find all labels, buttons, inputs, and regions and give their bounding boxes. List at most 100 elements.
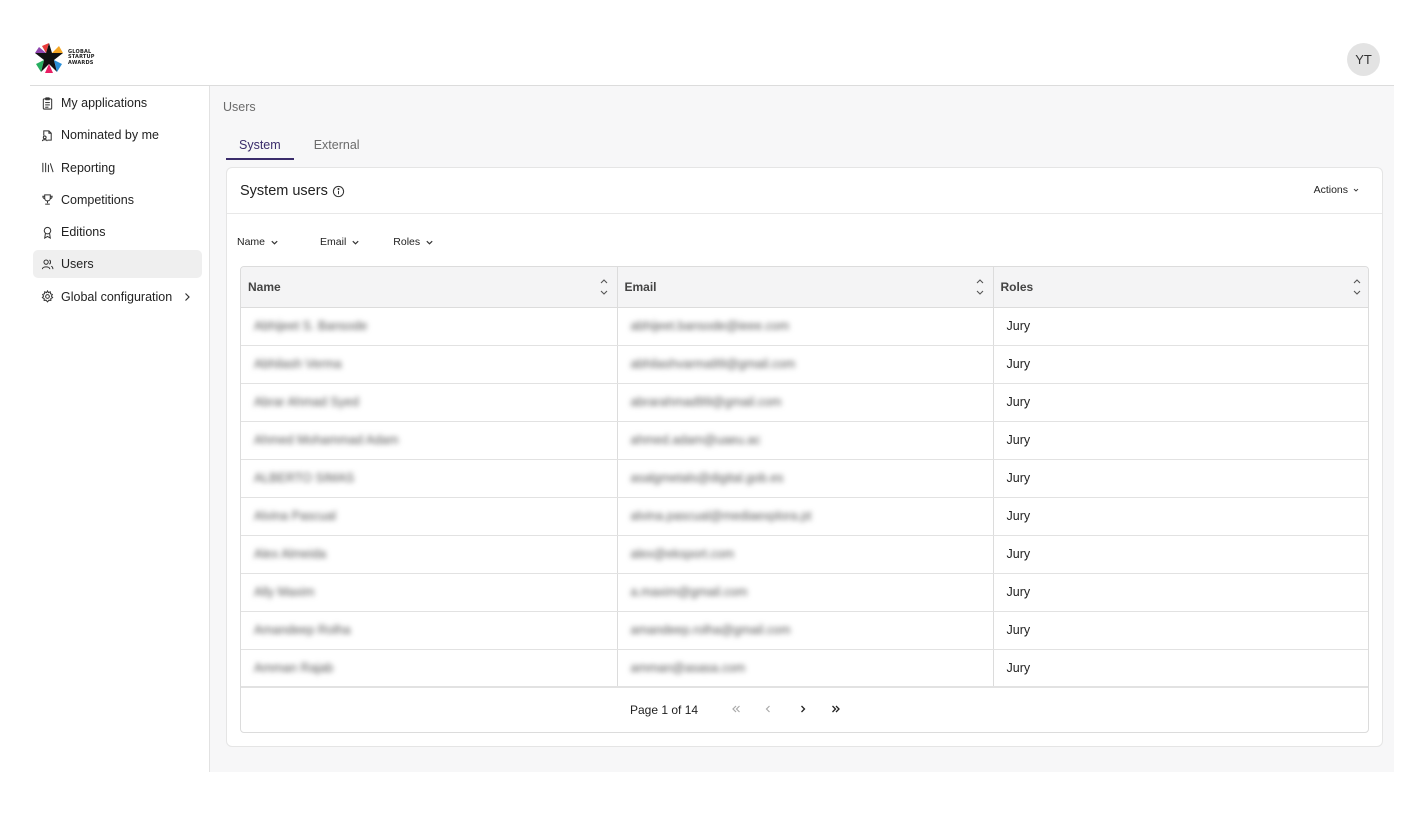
users-icon bbox=[41, 258, 54, 271]
tab-external[interactable]: External bbox=[301, 134, 373, 160]
sidebar-item-editions[interactable]: Editions bbox=[33, 218, 202, 246]
sidebar-item-label: Editions bbox=[61, 225, 106, 240]
sort-icon[interactable] bbox=[1352, 276, 1362, 298]
cell-role: Jury bbox=[993, 535, 1368, 574]
clipboard-icon bbox=[41, 96, 54, 110]
sidebar-item-label: Global configuration bbox=[61, 289, 173, 304]
document-user-icon bbox=[41, 129, 54, 142]
sidebar-item-my-applications[interactable]: My applications bbox=[33, 89, 202, 117]
cell-name: Abhilash Verma bbox=[241, 345, 618, 384]
cell-email: asalgmetals@digital.gob.es bbox=[617, 459, 994, 498]
previous-page-button[interactable] bbox=[761, 702, 775, 716]
first-page-button[interactable] bbox=[729, 702, 743, 716]
filter-label: Email bbox=[320, 236, 347, 248]
award-icon bbox=[41, 226, 54, 239]
chevron-down-icon bbox=[1353, 188, 1359, 192]
table-row[interactable]: Ally Maxim a.maxim@gmail.com Jury bbox=[241, 573, 1368, 612]
chevron-right-icon[interactable] bbox=[181, 290, 193, 304]
next-page-button[interactable] bbox=[796, 702, 810, 716]
cell-role: Jury bbox=[993, 573, 1368, 612]
cell-name: Ahmed Mohammad Adam bbox=[241, 421, 618, 460]
table-row[interactable]: Ahmed Mohammad Adam ahmed.adam@uaeu.ac Jur… bbox=[241, 421, 1368, 460]
chevron-down-icon bbox=[426, 240, 433, 245]
cell-role: Jury bbox=[993, 459, 1368, 498]
cell-role: Jury bbox=[993, 611, 1368, 650]
filter-roles[interactable]: Roles bbox=[393, 232, 434, 252]
sort-icon[interactable] bbox=[599, 276, 609, 298]
sidebar-item-label: Competitions bbox=[61, 192, 134, 207]
column-header-roles[interactable]: Roles bbox=[993, 267, 1368, 308]
table-row[interactable]: Amandeep Rolha amandeep.rolha@gmail.com Ju… bbox=[241, 611, 1368, 650]
filter-name[interactable]: Name bbox=[237, 232, 279, 252]
actions-label: Actions bbox=[1313, 184, 1348, 196]
actions-dropdown[interactable]: Actions bbox=[1314, 184, 1360, 196]
sidebar-item-reporting[interactable]: Reporting bbox=[33, 154, 202, 182]
global-startup-awards-logo[interactable]: GLOBAL STARTUP AWARDS bbox=[33, 41, 99, 75]
pagination: Page 1 of 14 bbox=[241, 686, 1368, 732]
table-row[interactable]: Abhilash Verma abhilashvarma99@gmail.com J… bbox=[241, 345, 1368, 384]
card-title-text: System users bbox=[240, 183, 328, 199]
cell-email: alex@eksport.com bbox=[617, 535, 994, 574]
sidebar-item-global-configuration[interactable]: Global configuration bbox=[33, 283, 202, 311]
cell-email: a.maxim@gmail.com bbox=[617, 573, 994, 612]
cell-name: ALBERTO SIMAS bbox=[241, 459, 618, 498]
cell-name: Alex Almeida bbox=[241, 535, 618, 574]
column-header-label: Email bbox=[624, 279, 657, 294]
column-header-label: Name bbox=[248, 279, 281, 294]
sidebar-item-label: Users bbox=[61, 257, 94, 272]
users-table: Name Email Roles Abhijeet S. Bansode abh… bbox=[240, 266, 1369, 733]
cell-role: Jury bbox=[993, 383, 1368, 422]
cell-email: amandeep.rolha@gmail.com bbox=[617, 611, 994, 650]
cell-email: ahmed.adam@uaeu.ac bbox=[617, 421, 994, 460]
column-header-name[interactable]: Name bbox=[241, 267, 618, 308]
page-title: Users bbox=[223, 100, 256, 114]
cell-email: abrarahmad99@gmail.com bbox=[617, 383, 994, 422]
filter-label: Name bbox=[237, 236, 266, 248]
sidebar-item-label: Nominated by me bbox=[61, 128, 159, 143]
column-header-email[interactable]: Email bbox=[617, 267, 994, 308]
table-row[interactable]: ALBERTO SIMAS asalgmetals@digital.gob.es J… bbox=[241, 459, 1368, 498]
chevron-down-icon bbox=[271, 240, 278, 245]
gear-icon bbox=[41, 290, 54, 303]
sort-icon[interactable] bbox=[975, 276, 985, 298]
cell-email: abhijeet.bansode@ieee.com bbox=[617, 307, 994, 346]
sidebar-item-nominated-by-me[interactable]: Nominated by me bbox=[33, 121, 202, 149]
top-header: GLOBAL STARTUP AWARDS YT bbox=[30, 30, 1394, 86]
filter-label: Roles bbox=[393, 236, 421, 248]
cell-role: Jury bbox=[993, 497, 1368, 536]
sidebar-item-users[interactable]: Users bbox=[33, 250, 202, 279]
logo-text: GLOBAL STARTUP AWARDS bbox=[68, 48, 95, 66]
cell-name: Amman Rajab bbox=[241, 649, 618, 688]
user-avatar[interactable]: YT bbox=[1347, 43, 1380, 76]
sidebar-item-label: Reporting bbox=[61, 160, 116, 175]
cell-name: Abrar Ahmad Syed bbox=[241, 383, 618, 422]
library-icon bbox=[41, 161, 54, 174]
cell-role: Jury bbox=[993, 345, 1368, 384]
cell-email: abhilashvarma99@gmail.com bbox=[617, 345, 994, 384]
cell-role: Jury bbox=[993, 649, 1368, 688]
table-row[interactable]: Alvina Pascual alvina.pascual@mediaexplor… bbox=[241, 497, 1368, 536]
info-icon[interactable] bbox=[332, 185, 345, 198]
table-row[interactable]: Alex Almeida alex@eksport.com Jury bbox=[241, 535, 1368, 574]
page-indicator: Page 1 of 14 bbox=[630, 703, 699, 717]
trophy-icon bbox=[41, 193, 54, 206]
table-row[interactable]: Abrar Ahmad Syed abrarahmad99@gmail.com Ju… bbox=[241, 383, 1368, 422]
sidebar-item-competitions[interactable]: Competitions bbox=[33, 186, 202, 214]
table-row[interactable]: Amman Rajab amman@asasa.com Jury bbox=[241, 649, 1368, 688]
cell-role: Jury bbox=[993, 421, 1368, 460]
table-row[interactable]: Abhijeet S. Bansode abhijeet.bansode@ieee… bbox=[241, 307, 1368, 346]
tab-system[interactable]: System bbox=[226, 134, 294, 160]
cell-email: amman@asasa.com bbox=[617, 649, 994, 688]
chevron-left-icon bbox=[765, 705, 770, 713]
chevron-down-icon bbox=[352, 240, 359, 245]
cell-name: Abhijeet S. Bansode bbox=[241, 307, 618, 346]
last-page-button[interactable] bbox=[829, 702, 843, 716]
card-title: System users bbox=[240, 183, 345, 199]
sidebar: My applications Nominated by me Reportin… bbox=[30, 86, 210, 772]
filter-email[interactable]: Email bbox=[320, 232, 360, 252]
sidebar-item-label: My applications bbox=[61, 96, 148, 110]
filter-bar: Name Email Roles bbox=[237, 232, 434, 252]
cell-email: alvina.pascual@mediaexplora.pt bbox=[617, 497, 994, 536]
star-logo-icon bbox=[35, 43, 63, 73]
cell-role: Jury bbox=[993, 307, 1368, 346]
